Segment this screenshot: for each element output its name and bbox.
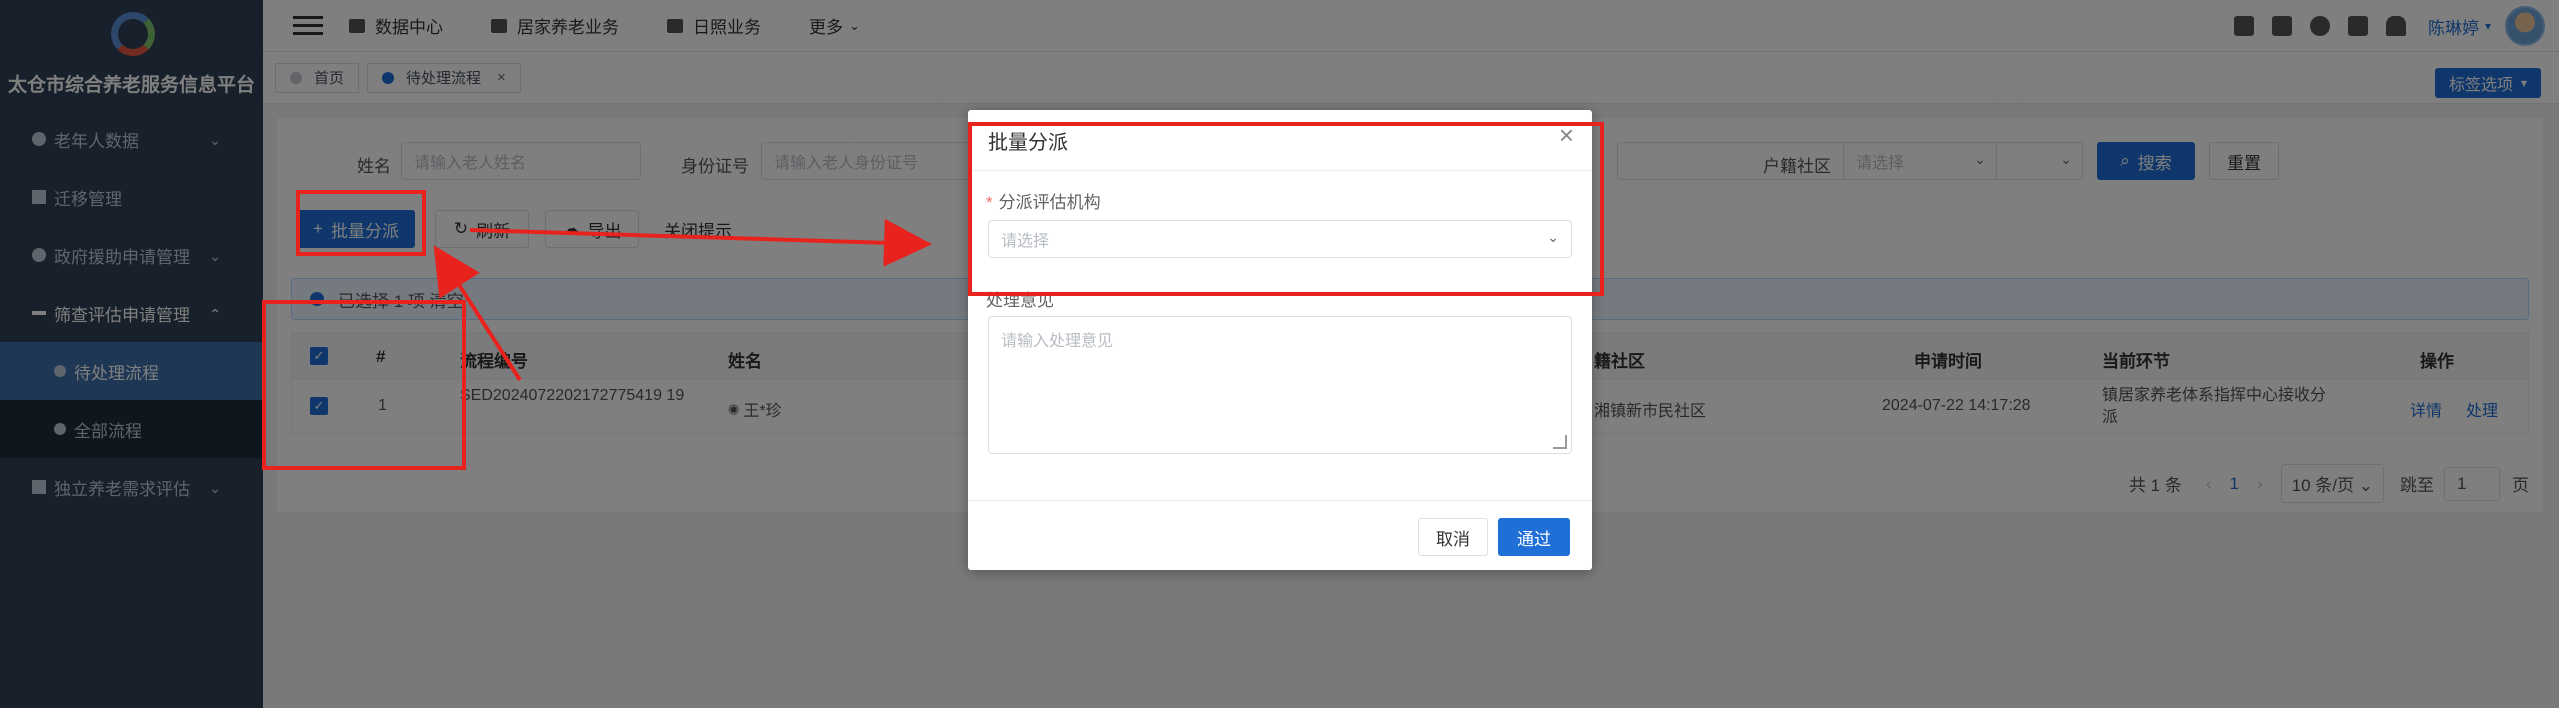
arrow-to-dialog [469,218,932,267]
arrow-to-button [433,245,522,382]
annotation-arrows [433,218,932,382]
